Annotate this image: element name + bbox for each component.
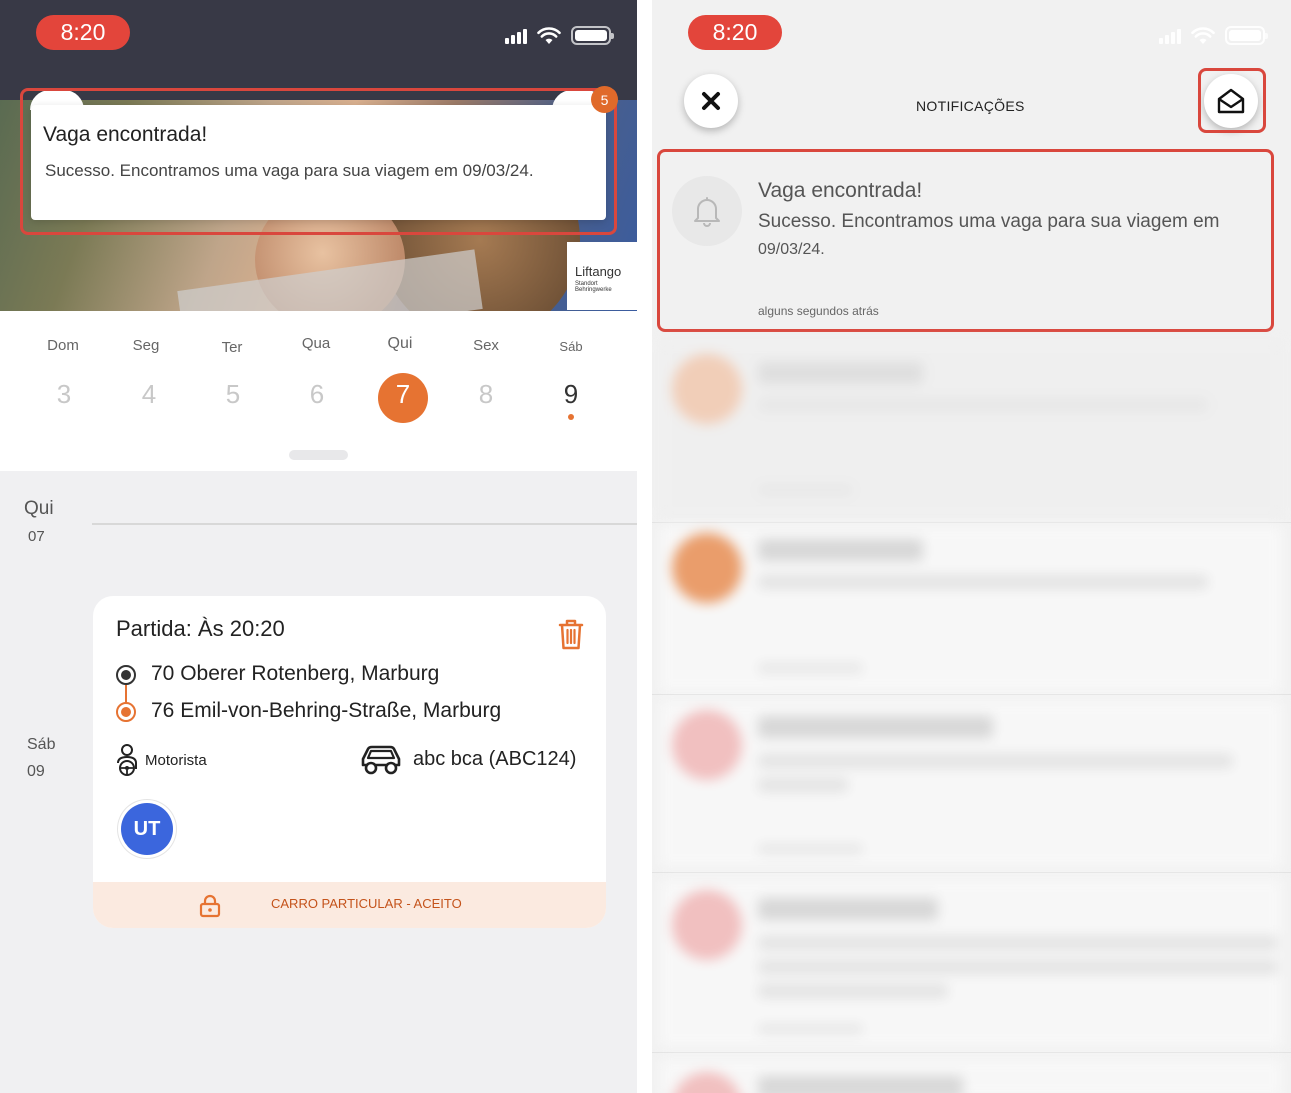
separator — [652, 694, 1291, 695]
notification-icon-circle — [672, 710, 742, 780]
day-name: Qui — [387, 335, 413, 352]
trips-screen: Liftango Standort Behringwerke 8:20 Vaga… — [0, 0, 637, 1093]
status-time: 8:20 — [36, 15, 130, 50]
notification-icon-circle — [672, 533, 742, 603]
drag-handle[interactable] — [289, 450, 348, 460]
brand-name: Liftango — [575, 264, 622, 279]
agenda-day-name: Sáb — [27, 736, 56, 753]
separator — [652, 522, 1291, 523]
page-title: NOTIFICAÇÕES — [916, 98, 1025, 114]
agenda-day-number: 07 — [28, 528, 45, 545]
trash-icon[interactable] — [557, 618, 585, 650]
lock-icon — [199, 894, 221, 918]
day-name: Dom — [47, 337, 79, 354]
day-number[interactable]: 5 — [203, 379, 263, 410]
blurred-body — [758, 936, 1278, 950]
notification-icon-circle — [672, 1072, 742, 1093]
role-label: Motorista — [145, 752, 207, 769]
trip-card[interactable]: Partida: Às 20:20 70 Oberer Rotenberg, M… — [93, 596, 606, 928]
battery-icon — [1225, 26, 1268, 45]
notification-item-blurred[interactable] — [659, 1058, 1283, 1093]
agenda-day-number: 09 — [27, 763, 45, 780]
highlight-box — [20, 88, 617, 235]
close-icon — [702, 92, 720, 110]
blurred-time — [758, 663, 863, 673]
week-calendar: Dom Seg Ter Qua Qui Sex Sáb 3 4 5 6 7 8 … — [0, 311, 637, 471]
liftango-logo: Liftango Standort Behringwerke — [567, 242, 637, 310]
blurred-title — [758, 539, 923, 561]
wifi-icon — [1191, 26, 1215, 44]
day-name: Ter — [221, 339, 243, 356]
highlight-box — [1198, 68, 1266, 133]
status-icons — [1159, 26, 1268, 45]
agenda-day-name: Qui — [24, 498, 54, 519]
day-name: Sáb — [559, 339, 583, 354]
blurred-body — [758, 754, 1233, 768]
status-icons — [505, 26, 614, 45]
route-line — [125, 685, 127, 703]
notifications-screen: 8:20 NOTIFICAÇÕES Vaga encontrada! Suces… — [652, 0, 1291, 1093]
departure-time: Partida: Às 20:20 — [116, 616, 285, 641]
destination-marker-icon — [116, 702, 136, 722]
close-button[interactable] — [684, 74, 738, 128]
blurred-title — [758, 716, 993, 738]
notification-item-blurred[interactable] — [659, 700, 1283, 868]
notification-icon-circle — [672, 354, 742, 424]
notification-item-blurred[interactable] — [659, 340, 1283, 520]
notification-item-blurred[interactable] — [659, 878, 1283, 1048]
blurred-body — [758, 575, 1208, 589]
separator — [652, 872, 1291, 873]
day-number[interactable]: 4 — [119, 379, 179, 410]
trip-status-text: CARRO PARTICULAR - ACEITO — [271, 896, 462, 911]
blurred-body — [758, 960, 1278, 974]
blurred-title — [758, 1076, 963, 1093]
origin-marker-icon — [116, 665, 136, 685]
separator — [652, 1052, 1291, 1053]
car-icon — [361, 745, 401, 775]
blurred-title — [758, 898, 938, 920]
day-number[interactable]: 3 — [34, 379, 94, 410]
trip-status-bar: CARRO PARTICULAR - ACEITO — [93, 882, 606, 928]
day-name: Qua — [301, 335, 331, 352]
highlight-box — [657, 149, 1274, 332]
blurred-body — [758, 778, 848, 792]
notification-item-blurred[interactable] — [659, 525, 1283, 693]
day-number[interactable]: 9 — [541, 379, 601, 410]
day-name: Sex — [473, 337, 499, 354]
blurred-body — [758, 984, 948, 998]
blurred-title — [758, 362, 923, 384]
notification-icon-circle — [672, 890, 742, 960]
origin-address: 70 Oberer Rotenberg, Marburg — [151, 662, 440, 685]
day-number[interactable]: 8 — [456, 379, 516, 410]
agenda-divider — [92, 523, 637, 525]
blurred-time — [758, 1024, 863, 1034]
blurred-body — [758, 398, 1208, 412]
battery-icon — [571, 26, 614, 45]
day-number-selected[interactable]: 7 — [373, 379, 433, 410]
trip-indicator-dot — [568, 414, 574, 420]
avatar[interactable]: UT — [121, 803, 173, 855]
notification-badge: 5 — [591, 86, 618, 113]
driver-icon — [117, 744, 137, 776]
status-time: 8:20 — [688, 15, 782, 50]
blurred-time — [758, 485, 853, 495]
signal-icon — [505, 28, 527, 44]
signal-icon — [1159, 28, 1181, 44]
brand-sub: Standort Behringwerke — [575, 281, 612, 293]
day-name: Seg — [132, 337, 160, 354]
vehicle-label: abc bca (ABC124) — [413, 748, 577, 770]
blurred-time — [758, 844, 863, 854]
destination-address: 76 Emil-von-Behring-Straße, Marburg — [151, 699, 502, 722]
wifi-icon — [537, 26, 561, 44]
day-number[interactable]: 6 — [287, 379, 347, 410]
